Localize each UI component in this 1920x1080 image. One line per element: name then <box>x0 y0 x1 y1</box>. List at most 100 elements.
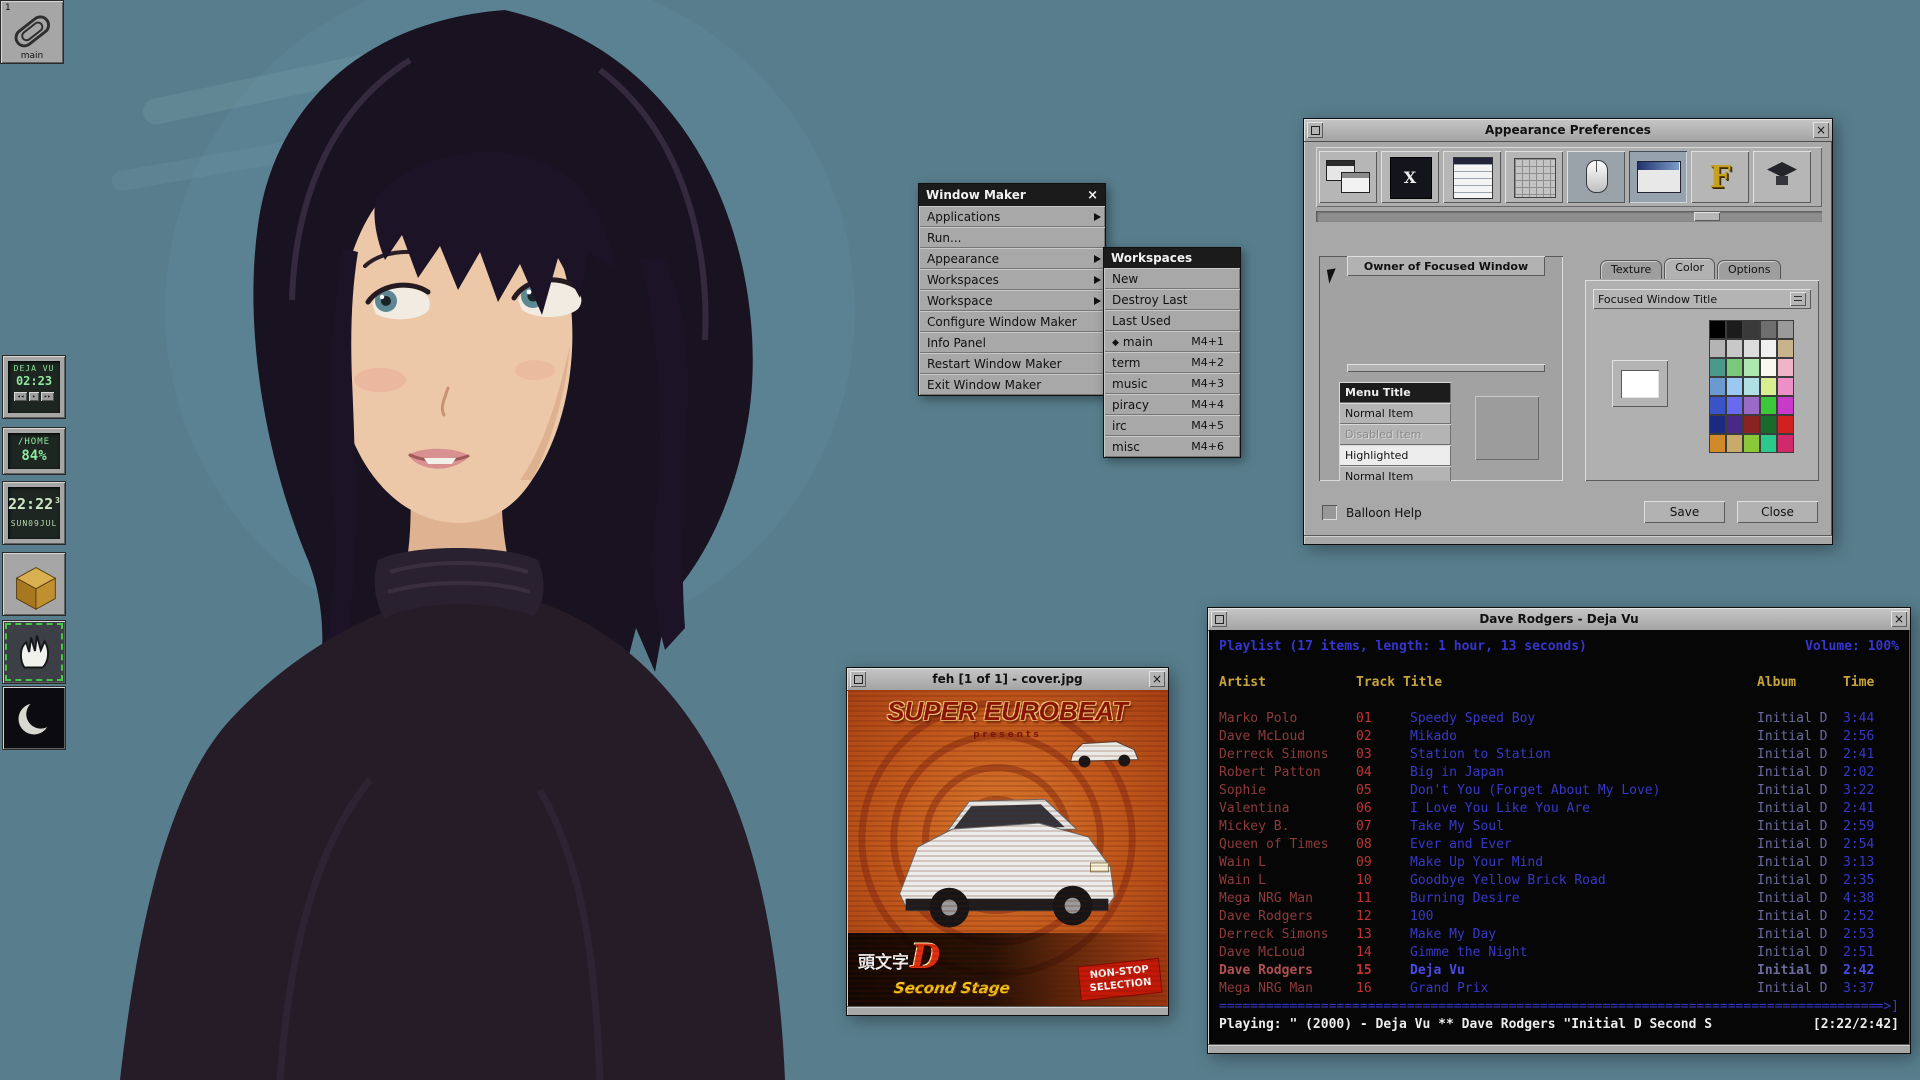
menu-item[interactable]: Restart Window Maker <box>919 353 1105 374</box>
color-swatch[interactable] <box>1743 415 1760 434</box>
menu-item[interactable]: main M4+1 <box>1104 331 1240 352</box>
track-row[interactable]: Wain L 10 Goodbye Yellow Brick Road Init… <box>1219 872 1899 890</box>
miniaturize-button[interactable] <box>1307 122 1323 138</box>
dockapp-disk-monitor[interactable]: /HOME 84% <box>2 427 66 475</box>
scrollbar-thumb[interactable] <box>1694 212 1720 221</box>
menu-item[interactable]: misc M4+6 <box>1104 436 1240 457</box>
preview-menu-item[interactable]: Normal Item <box>1339 466 1451 481</box>
workspaces-menu-titlebar[interactable]: Workspaces <box>1104 248 1240 268</box>
color-swatch[interactable] <box>1709 434 1726 453</box>
expert-options-icon[interactable] <box>1753 151 1811 203</box>
dockapp-hand[interactable] <box>2 620 66 684</box>
tab[interactable]: Options <box>1717 260 1781 279</box>
resizebar[interactable] <box>1304 535 1832 544</box>
play-button[interactable]: ▸ <box>29 392 39 401</box>
color-swatch[interactable] <box>1726 396 1743 415</box>
color-swatch[interactable] <box>1709 339 1726 358</box>
color-swatch[interactable] <box>1777 358 1794 377</box>
color-swatch[interactable] <box>1777 339 1794 358</box>
track-row[interactable]: Wain L 09 Make Up Your Mind Initial D 3:… <box>1219 854 1899 872</box>
preview-menu-item[interactable]: Menu Title <box>1339 382 1451 403</box>
track-row[interactable]: Valentina 06 I Love You Like You Are Ini… <box>1219 800 1899 818</box>
color-swatch[interactable] <box>1726 358 1743 377</box>
color-swatch[interactable] <box>1743 339 1760 358</box>
mouse-settings-icon[interactable] <box>1567 151 1625 203</box>
color-swatch[interactable] <box>1726 339 1743 358</box>
rewind-button[interactable]: ◂◂ <box>14 392 27 401</box>
preview-menu-item[interactable]: Highlighted <box>1339 445 1451 466</box>
font-settings-icon[interactable]: F <box>1691 151 1749 203</box>
dropdown-button-icon[interactable] <box>1790 292 1806 306</box>
color-swatch[interactable] <box>1726 320 1743 339</box>
balloon-help-checkbox[interactable] <box>1322 505 1337 520</box>
preview-menu-item[interactable]: Disabled Item <box>1339 424 1451 445</box>
menu-style-icon[interactable]: X <box>1381 151 1439 203</box>
dockapp-music-player[interactable]: DEJA VU 02:23 ◂◂ ▸ ▸▸ <box>2 355 66 419</box>
titlebar[interactable]: feh [1 of 1] - cover.jpg × <box>847 668 1168 691</box>
menu-item[interactable]: Info Panel <box>919 332 1105 353</box>
texture-grid-icon[interactable] <box>1505 151 1563 203</box>
close-icon[interactable]: × <box>1891 611 1907 627</box>
menu-item[interactable]: music M4+3 <box>1104 373 1240 394</box>
miniaturize-button[interactable] <box>1211 611 1227 627</box>
color-swatch[interactable] <box>1760 320 1777 339</box>
tab[interactable]: Color <box>1664 258 1715 279</box>
color-swatch[interactable] <box>1760 358 1777 377</box>
menu-item[interactable]: Workspace <box>919 290 1105 311</box>
icon-preview[interactable] <box>1475 396 1539 460</box>
color-swatch[interactable] <box>1743 434 1760 453</box>
dockapp-crate[interactable] <box>2 552 66 616</box>
color-swatch[interactable] <box>1760 434 1777 453</box>
dockapp-clock[interactable]: 22:2239 SUN09JUL <box>2 481 66 545</box>
menu-item[interactable]: Last Used <box>1104 310 1240 331</box>
menu-item[interactable]: New <box>1104 268 1240 289</box>
dockapp-moon-phase[interactable] <box>2 686 66 750</box>
resizebar[interactable] <box>1208 1044 1910 1053</box>
color-swatch[interactable] <box>1743 396 1760 415</box>
preview-titlebar-button[interactable]: Owner of Focused Window <box>1347 256 1545 276</box>
track-row[interactable]: Derreck Simons 13 Make My Day Initial D … <box>1219 926 1899 944</box>
color-swatch[interactable] <box>1777 320 1794 339</box>
menu-item[interactable]: term M4+2 <box>1104 352 1240 373</box>
close-icon[interactable]: × <box>1149 671 1165 687</box>
resizebar[interactable] <box>847 1006 1168 1015</box>
color-swatch[interactable] <box>1709 358 1726 377</box>
track-row[interactable]: Dave McLoud 14 Gimme the Night Initial D… <box>1219 944 1899 962</box>
tab[interactable]: Texture <box>1600 260 1662 279</box>
window-style-icon[interactable] <box>1319 151 1377 203</box>
color-swatch[interactable] <box>1709 396 1726 415</box>
menu-item[interactable]: Appearance <box>919 248 1105 269</box>
menu-item[interactable]: Applications <box>919 206 1105 227</box>
color-swatch[interactable] <box>1709 377 1726 396</box>
color-swatch[interactable] <box>1777 415 1794 434</box>
color-swatch[interactable] <box>1726 415 1743 434</box>
titlebar[interactable]: Appearance Preferences × <box>1304 119 1832 142</box>
color-swatch[interactable] <box>1726 377 1743 396</box>
close-icon[interactable]: × <box>1813 122 1829 138</box>
track-row[interactable]: Derreck Simons 03 Station to Station Ini… <box>1219 746 1899 764</box>
close-icon[interactable]: × <box>1087 189 1098 202</box>
root-menu-titlebar[interactable]: Window Maker × <box>919 184 1105 206</box>
color-swatch[interactable] <box>1743 320 1760 339</box>
track-row[interactable]: Mickey B. 07 Take My Soul Initial D 2:59 <box>1219 818 1899 836</box>
track-row[interactable]: Mega NRG Man 16 Grand Prix Initial D 3:3… <box>1219 980 1899 998</box>
track-row[interactable]: Sophie 05 Don't You (Forget About My Lov… <box>1219 782 1899 800</box>
menu-items-icon[interactable] <box>1443 151 1501 203</box>
track-row[interactable]: Dave Rodgers 15 Deja Vu Initial D 2:42 <box>1219 962 1899 980</box>
titlebar[interactable]: Dave Rodgers - Deja Vu × <box>1208 608 1910 631</box>
track-row[interactable]: Dave Rodgers 12 100 Initial D 2:52 <box>1219 908 1899 926</box>
menu-item[interactable]: Exit Window Maker <box>919 374 1105 395</box>
color-swatch[interactable] <box>1709 320 1726 339</box>
preview-menu-item[interactable]: Normal Item <box>1339 403 1451 424</box>
dock-clip[interactable]: 1 main <box>0 0 64 64</box>
target-dropdown[interactable]: Focused Window Title <box>1593 289 1811 309</box>
color-swatch[interactable] <box>1709 415 1726 434</box>
save-button[interactable]: Save <box>1644 501 1725 523</box>
track-row[interactable]: Robert Patton 04 Big in Japan Initial D … <box>1219 764 1899 782</box>
menu-item[interactable]: Configure Window Maker <box>919 311 1105 332</box>
color-swatch[interactable] <box>1777 396 1794 415</box>
color-swatch[interactable] <box>1760 396 1777 415</box>
track-row[interactable]: Mega NRG Man 11 Burning Desire Initial D… <box>1219 890 1899 908</box>
color-swatch[interactable] <box>1726 434 1743 453</box>
icon-bar-scrollbar[interactable] <box>1316 211 1822 222</box>
